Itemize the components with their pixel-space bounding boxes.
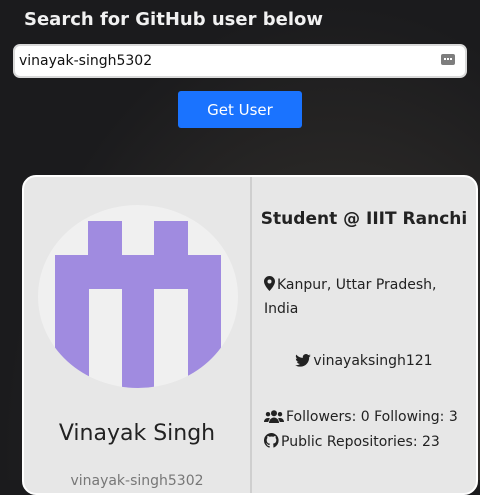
profile-right-column: Student @ IIIT Ranchi Kanpur, Uttar Prad… bbox=[252, 177, 476, 493]
github-icon bbox=[264, 433, 279, 448]
repos-stat: Public Repositories: 23 bbox=[264, 433, 472, 450]
twitter-handle: vinayaksingh121 bbox=[313, 353, 433, 369]
profile-twitter[interactable]: vinayaksingh121 bbox=[252, 353, 476, 369]
repos-count: Public Repositories: 23 bbox=[281, 434, 440, 450]
identicon-avatar bbox=[55, 221, 221, 388]
follow-stats: Followers: 0 Following: 3 bbox=[264, 409, 472, 425]
profile-left-column: Vinayak Singh vinayak-singh5302 bbox=[24, 177, 252, 493]
following-count: Following: 3 bbox=[374, 409, 458, 425]
followers-count: Followers: 0 bbox=[286, 409, 370, 425]
profile-login: vinayak-singh5302 bbox=[70, 473, 204, 489]
location-pin-icon bbox=[264, 276, 275, 291]
get-user-button[interactable]: Get User bbox=[178, 91, 302, 128]
search-input[interactable] bbox=[19, 51, 419, 71]
profile-card: Vinayak Singh vinayak-singh5302 Student … bbox=[22, 175, 478, 495]
search-box[interactable] bbox=[13, 44, 467, 78]
page-title: Search for GitHub user below bbox=[24, 9, 324, 30]
users-icon bbox=[264, 410, 284, 423]
profile-name: Vinayak Singh bbox=[58, 421, 216, 446]
avatar bbox=[38, 205, 238, 388]
keys-icon[interactable] bbox=[441, 54, 455, 65]
profile-bio: Student @ IIIT Ranchi bbox=[260, 209, 468, 229]
twitter-icon bbox=[295, 354, 312, 367]
profile-location: Kanpur, Uttar Pradesh, India bbox=[264, 273, 462, 321]
location-text: Kanpur, Uttar Pradesh, India bbox=[264, 277, 437, 317]
